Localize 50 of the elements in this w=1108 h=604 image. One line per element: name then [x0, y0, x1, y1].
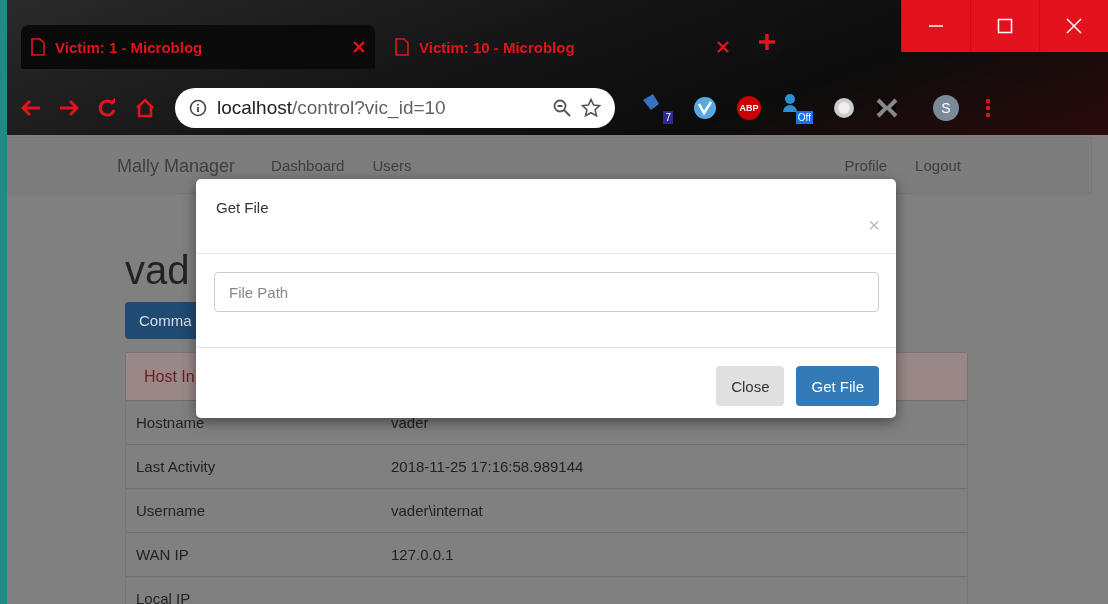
- maximize-icon: [997, 18, 1013, 34]
- back-icon[interactable]: [21, 99, 41, 117]
- nav-link[interactable]: Dashboard: [271, 157, 345, 174]
- extension-badge: 7: [663, 111, 673, 124]
- table-cell: 2018-11-25 17:16:58.989144: [391, 458, 584, 475]
- page-icon: [31, 38, 45, 56]
- browser-tab[interactable]: Victim: 10 - Microblog: [385, 25, 739, 69]
- tab-title: Victim: 1 - Microblog: [55, 38, 204, 56]
- table-cell-text: WAN IP: [135, 546, 190, 563]
- extension-icon[interactable]: [875, 96, 899, 120]
- extension-icon[interactable]: ABP: [737, 96, 761, 120]
- close-icon[interactable]: [353, 41, 365, 53]
- get-file-button[interactable]: Get File: [796, 366, 879, 406]
- minimize-icon: [929, 25, 943, 27]
- extension-icon[interactable]: [833, 97, 855, 119]
- extension-badge: Off: [795, 111, 813, 124]
- nav-link[interactable]: Logout: [915, 157, 961, 174]
- table-cell: 127.0.0.1: [391, 546, 454, 563]
- nav-link[interactable]: Profile: [844, 157, 888, 174]
- address-bar[interactable]: localhost/control?vic_id=10: [175, 88, 615, 128]
- forward-icon[interactable]: [59, 99, 79, 117]
- modal-title: Get File: [216, 199, 269, 216]
- tab-title: Victim: 10 - Microblog: [419, 38, 576, 56]
- table-cell: vader\internat: [391, 502, 483, 519]
- zoom-icon[interactable]: [553, 99, 571, 117]
- nav-link[interactable]: Users: [372, 157, 412, 174]
- close-icon[interactable]: [717, 41, 729, 53]
- menu-icon[interactable]: [985, 98, 991, 118]
- info-icon[interactable]: [189, 99, 207, 117]
- table-cell-text: Last Activity: [135, 458, 217, 475]
- extension-icon[interactable]: 7: [641, 92, 673, 124]
- close-button[interactable]: [1039, 0, 1108, 52]
- table-cell-text: Username: [135, 502, 207, 519]
- url-text: localhost/control?vic_id=10: [217, 97, 447, 119]
- close-button[interactable]: Close: [716, 366, 785, 406]
- extension-icon[interactable]: Off: [781, 92, 813, 124]
- close-icon: [1066, 18, 1082, 34]
- table-cell: vader: [391, 414, 429, 431]
- browser-tab[interactable]: Victim: 1 - Microblog: [21, 25, 375, 69]
- brand-link[interactable]: Mally Manager: [117, 155, 236, 176]
- home-icon[interactable]: [135, 98, 155, 118]
- table-cell-text: Hostname: [135, 414, 206, 431]
- reload-icon[interactable]: [97, 98, 117, 118]
- file-path-field[interactable]: File Path: [214, 272, 879, 312]
- star-icon[interactable]: [581, 98, 601, 118]
- profile-avatar[interactable]: S: [933, 95, 959, 121]
- extension-icon[interactable]: [693, 96, 717, 120]
- page-icon: [395, 38, 409, 56]
- page-heading: vad: [125, 248, 191, 292]
- table-cell-text: Local IP: [135, 590, 192, 604]
